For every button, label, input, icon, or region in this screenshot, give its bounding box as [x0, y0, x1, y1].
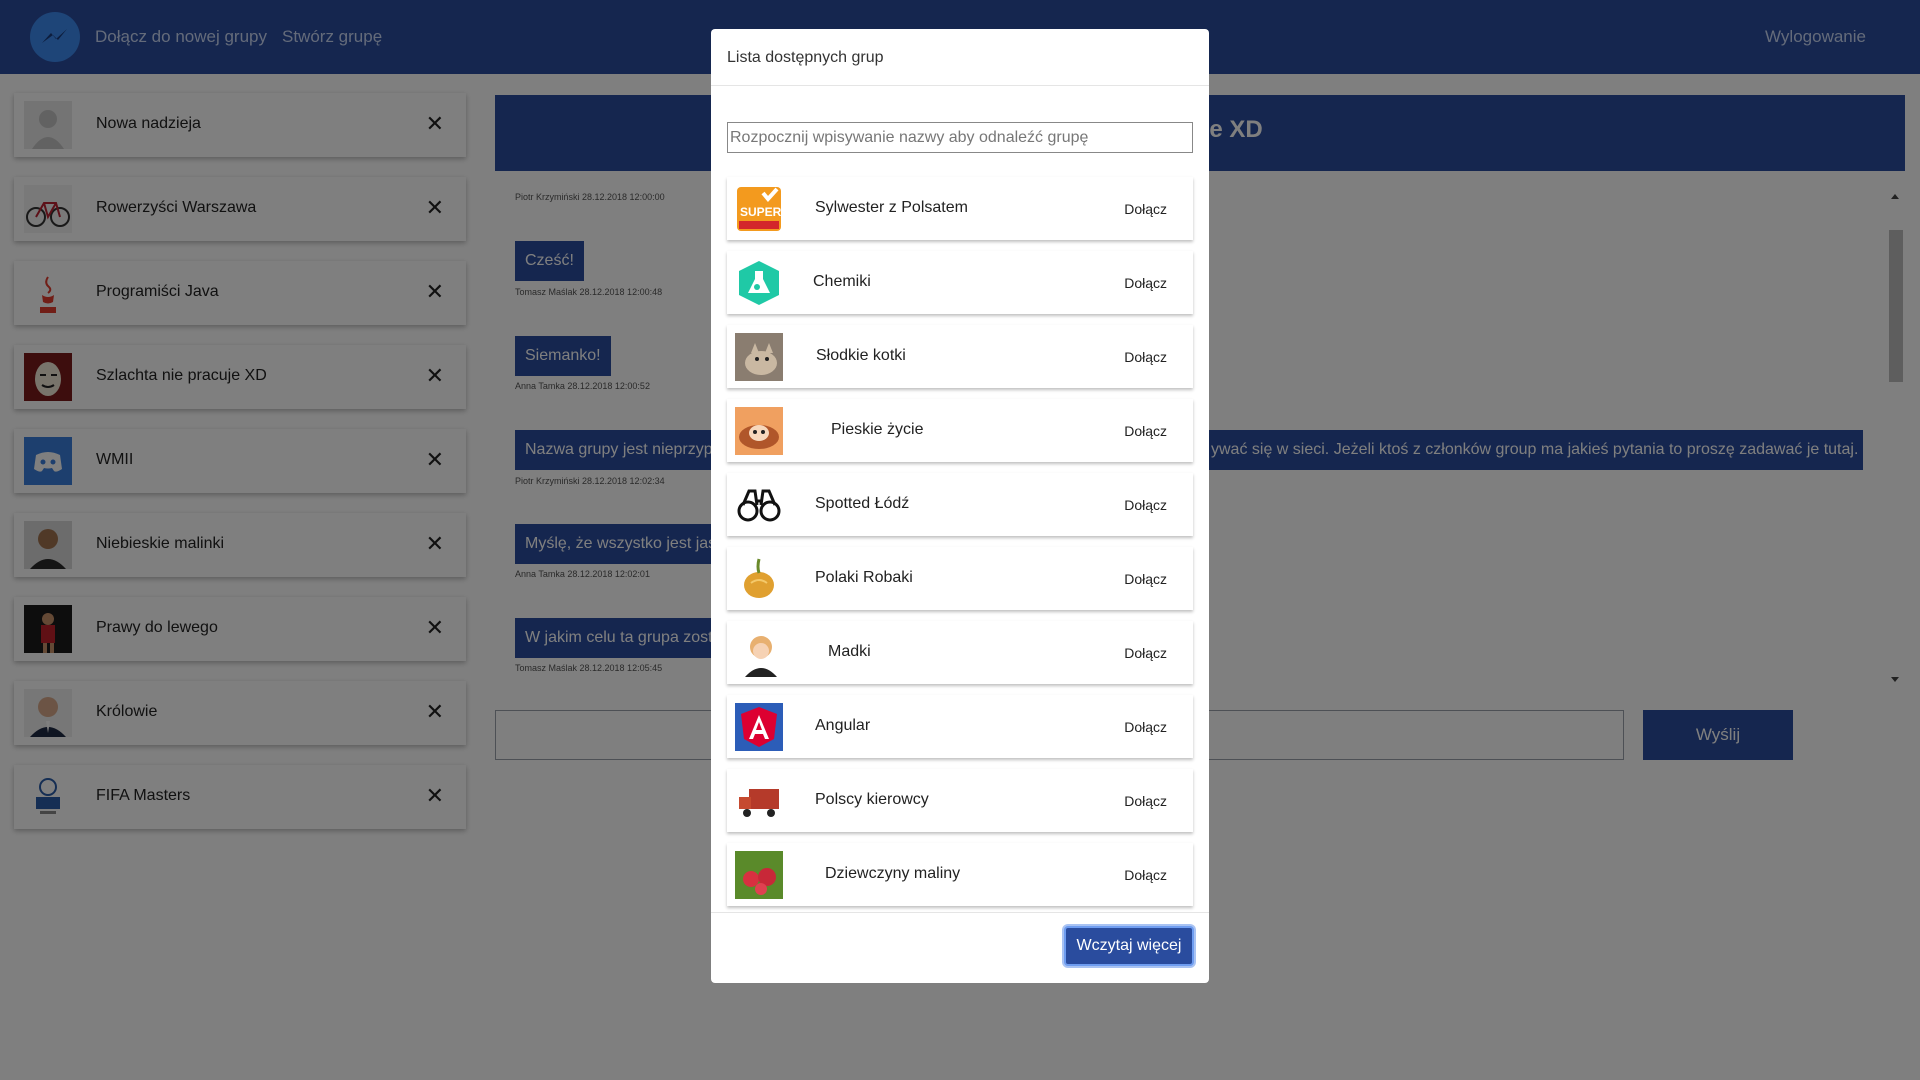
- available-group-name: Pieskie życie: [831, 421, 924, 438]
- available-groups-modal: Lista dostępnych grup SUPER Sylwester z …: [711, 29, 1209, 983]
- available-group-item: Polaki Robaki Dołącz: [727, 547, 1193, 610]
- join-button[interactable]: Dołącz: [1124, 497, 1167, 513]
- svg-text:SUPER: SUPER: [740, 205, 782, 219]
- modal-footer-divider: [711, 912, 1209, 913]
- available-group-item: Madki Dołącz: [727, 621, 1193, 684]
- dog-photo-icon: [735, 407, 783, 455]
- available-group-name: Angular: [815, 717, 871, 734]
- join-button[interactable]: Dołącz: [1124, 423, 1167, 439]
- available-group-name: Polscy kierowcy: [815, 791, 929, 808]
- available-group-item: Chemiki Dołącz: [727, 251, 1193, 314]
- join-button[interactable]: Dołącz: [1124, 571, 1167, 587]
- super-polsat-logo-icon: SUPER: [735, 185, 783, 233]
- available-group-item: Słodkie kotki Dołącz: [727, 325, 1193, 388]
- available-group-name: Chemiki: [813, 273, 871, 290]
- modal-title: Lista dostępnych grup: [727, 49, 884, 66]
- available-group-item: Polscy kierowcy Dołącz: [727, 769, 1193, 832]
- join-button[interactable]: Dołącz: [1124, 275, 1167, 291]
- angular-logo-icon: [735, 703, 783, 751]
- available-group-name: Spotted Łódź: [815, 495, 910, 512]
- available-group-item: Spotted Łódź Dołącz: [727, 473, 1193, 536]
- join-button[interactable]: Dołącz: [1124, 867, 1167, 883]
- available-group-item: Angular Dołącz: [727, 695, 1193, 758]
- available-groups-list: SUPER Sylwester z Polsatem Dołącz Chemik…: [727, 177, 1193, 917]
- join-button[interactable]: Dołącz: [1124, 201, 1167, 217]
- group-search-input[interactable]: [727, 122, 1193, 153]
- cat-photo-icon: [735, 333, 783, 381]
- available-group-name: Słodkie kotki: [816, 347, 906, 364]
- available-group-name: Madki: [828, 643, 871, 660]
- join-button[interactable]: Dołącz: [1124, 793, 1167, 809]
- binoculars-icon: [735, 481, 783, 529]
- available-group-name: Dziewczyny maliny: [825, 865, 961, 882]
- available-group-item: SUPER Sylwester z Polsatem Dołącz: [727, 177, 1193, 240]
- load-more-button[interactable]: Wczytaj więcej: [1064, 926, 1194, 966]
- available-group-item: Pieskie życie Dołącz: [727, 399, 1193, 462]
- join-button[interactable]: Dołącz: [1124, 645, 1167, 661]
- onion-icon: [735, 555, 783, 603]
- modal-header-divider: [711, 85, 1209, 86]
- woman-photo-icon: [735, 629, 783, 677]
- join-button[interactable]: Dołącz: [1124, 719, 1167, 735]
- chemistry-flask-icon: [735, 259, 783, 307]
- raspberries-icon: [735, 851, 783, 899]
- truck-icon: [735, 777, 783, 825]
- join-button[interactable]: Dołącz: [1124, 349, 1167, 365]
- available-group-name: Sylwester z Polsatem: [815, 199, 968, 216]
- available-group-item: Dziewczyny maliny Dołącz: [727, 843, 1193, 906]
- available-group-name: Polaki Robaki: [815, 569, 913, 586]
